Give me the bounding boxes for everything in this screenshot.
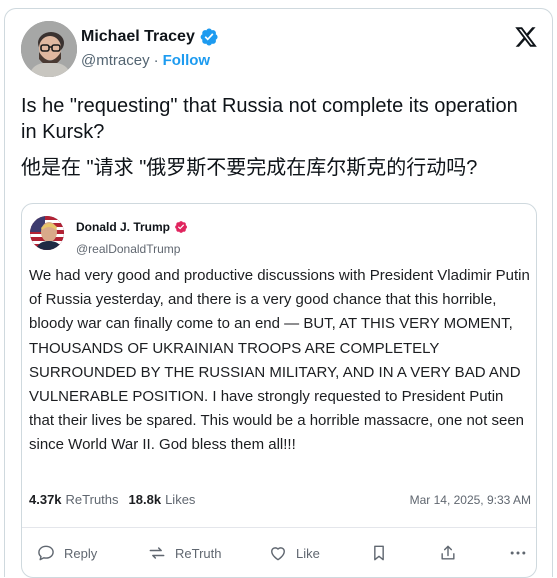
quoted-author-avatar[interactable] [30,216,64,250]
author-name[interactable]: Michael Tracey [81,28,195,46]
quoted-post-stats: 4.37k ReTruths 18.8k Likes Mar 14, 2025, 9… [29,492,531,507]
retruth-label: ReTruth [175,545,222,561]
heart-icon [271,547,285,561]
tweet-card: Michael Tracey @mtracey · Follow Is he "… [4,8,553,578]
author-name-row: Michael Tracey [81,27,219,47]
likes-label: Likes [165,492,196,507]
retruth-icon [149,547,165,559]
bookmark-button[interactable] [369,543,389,563]
quoted-post-body: We had very good and productive discussi… [29,267,530,454]
reply-icon [38,545,54,561]
verified-badge-icon [175,221,187,233]
quoted-post-actions: Reply ReTruth Like [22,528,536,578]
likes-stat[interactable]: 18.8k Likes [129,492,196,507]
bookmark-icon [374,545,384,561]
retruths-stat[interactable]: 4.37k ReTruths [29,492,119,507]
share-icon [441,545,455,560]
quoted-post[interactable]: Donald J. Trump @realDonaldTrump We had … [21,203,537,578]
more-icon [510,551,526,555]
retruth-button[interactable]: ReTruth [147,543,221,563]
like-button[interactable]: Like [268,543,320,563]
more-options-button[interactable] [508,543,528,563]
post-date[interactable]: Mar 14, 2025, 9:33 AM [410,493,531,507]
tweet-text: Is he "requesting" that Russia not compl… [21,95,518,143]
quoted-author-handle[interactable]: @realDonaldTrump [76,242,180,256]
retruths-label: ReTruths [65,492,119,507]
retruths-count: 4.37k [29,492,62,507]
verified-badge-icon [200,28,218,46]
follow-button[interactable]: Follow [163,52,211,69]
reply-label: Reply [64,545,98,561]
reply-button[interactable]: Reply [36,543,97,563]
author-avatar[interactable] [21,21,77,77]
handle-separator: · [153,52,159,69]
share-button[interactable] [438,543,458,563]
x-logo-icon[interactable] [514,25,538,49]
likes-count: 18.8k [128,492,162,507]
author-handle[interactable]: @mtracey [81,52,150,69]
tweet-text-translation: 他是在 "请求 "俄罗斯不要完成在库尔斯克的行动吗? [21,157,478,179]
like-label: Like [296,545,320,561]
quoted-author-name[interactable]: Donald J. Trump [76,220,170,234]
author-handle-row: @mtracey · Follow [81,52,210,69]
quoted-author-name-row: Donald J. Trump [76,220,188,234]
